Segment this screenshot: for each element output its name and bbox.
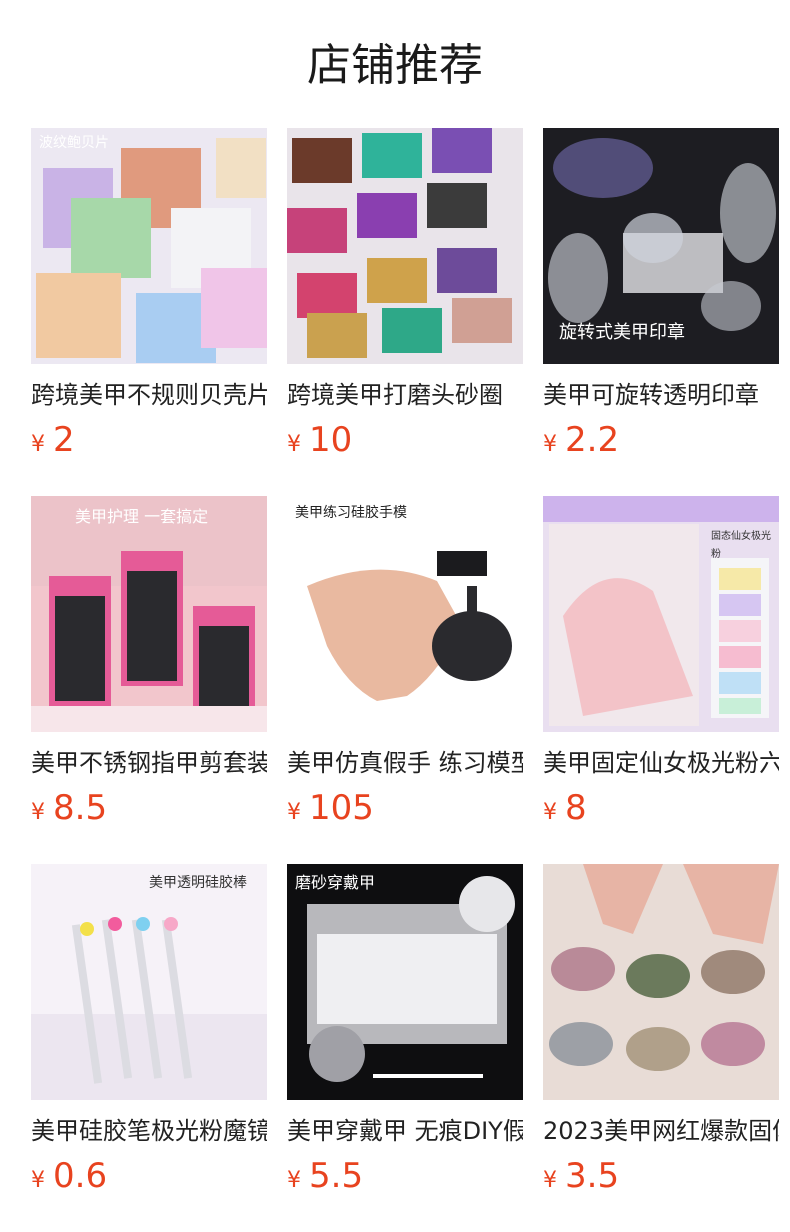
currency-symbol: ¥ xyxy=(31,1168,45,1193)
image-caption: 固态仙女极光粉 xyxy=(711,531,771,560)
currency-symbol: ¥ xyxy=(287,432,301,457)
product-card[interactable]: 磨砂穿戴甲 美甲穿戴甲 无痕DIY假指甲 ¥5.5 xyxy=(287,864,523,1198)
currency-symbol: ¥ xyxy=(543,800,557,825)
currency-symbol: ¥ xyxy=(31,432,45,457)
product-image[interactable] xyxy=(543,864,779,1100)
product-image[interactable]: 固态仙女极光粉 xyxy=(543,496,779,732)
product-price: ¥3.5 xyxy=(543,1154,779,1198)
product-price: ¥105 xyxy=(287,786,523,830)
price-value: 8.5 xyxy=(53,788,108,828)
image-caption: 磨砂穿戴甲 xyxy=(295,873,376,892)
product-card[interactable]: 2023美甲网红爆款固体粉 ¥3.5 xyxy=(543,864,779,1198)
product-card[interactable]: 美甲护理 一套搞定 美甲不锈钢指甲剪套装 ¥8.5 xyxy=(31,496,267,830)
product-name[interactable]: 美甲仿真假手 练习模型 xyxy=(287,746,523,780)
product-image[interactable]: 旋转式美甲印章 xyxy=(543,128,779,364)
product-name[interactable]: 跨境美甲打磨头砂圈 xyxy=(287,378,523,412)
currency-symbol: ¥ xyxy=(543,1168,557,1193)
price-value: 2 xyxy=(53,420,75,460)
page-title: 店铺推荐 xyxy=(307,40,483,91)
price-value: 10 xyxy=(309,420,353,460)
currency-symbol: ¥ xyxy=(287,800,301,825)
product-name[interactable]: 美甲可旋转透明印章 xyxy=(543,378,779,412)
image-caption: 美甲护理 一套搞定 xyxy=(75,507,209,526)
product-image[interactable] xyxy=(287,128,523,364)
product-card[interactable]: 美甲练习硅胶手模 美甲仿真假手 练习模型 ¥105 xyxy=(287,496,523,830)
currency-symbol: ¥ xyxy=(287,1168,301,1193)
price-value: 5.5 xyxy=(309,1156,364,1196)
product-image[interactable]: 波纹鲍贝片 xyxy=(31,128,267,364)
product-name[interactable]: 2023美甲网红爆款固体粉 xyxy=(543,1114,779,1148)
image-caption: 美甲透明硅胶棒 xyxy=(149,875,247,891)
product-card[interactable]: 固态仙女极光粉 美甲固定仙女极光粉六色 ¥8 xyxy=(543,496,779,830)
product-image[interactable]: 美甲护理 一套搞定 xyxy=(31,496,267,732)
product-card[interactable]: 波纹鲍贝片 跨境美甲不规则贝壳片 ¥2 xyxy=(31,128,267,462)
image-caption: 旋转式美甲印章 xyxy=(559,322,685,343)
product-price: ¥8.5 xyxy=(31,786,267,830)
price-value: 2.2 xyxy=(565,420,620,460)
product-name[interactable]: 美甲硅胶笔极光粉魔镜粉 xyxy=(31,1114,267,1148)
product-card[interactable]: 美甲透明硅胶棒 美甲硅胶笔极光粉魔镜粉 ¥0.6 xyxy=(31,864,267,1198)
product-image[interactable]: 磨砂穿戴甲 xyxy=(287,864,523,1100)
product-name[interactable]: 美甲固定仙女极光粉六色 xyxy=(543,746,779,780)
image-caption: 波纹鲍贝片 xyxy=(39,135,109,151)
price-value: 105 xyxy=(309,788,374,828)
product-price: ¥2.2 xyxy=(543,418,779,462)
currency-symbol: ¥ xyxy=(31,800,45,825)
product-price: ¥0.6 xyxy=(31,1154,267,1198)
price-value: 0.6 xyxy=(53,1156,108,1196)
product-name[interactable]: 美甲不锈钢指甲剪套装 xyxy=(31,746,267,780)
product-price: ¥10 xyxy=(287,418,523,462)
price-value: 3.5 xyxy=(565,1156,620,1196)
product-name[interactable]: 美甲穿戴甲 无痕DIY假指甲 xyxy=(287,1114,523,1148)
image-caption: 美甲练习硅胶手模 xyxy=(295,505,407,521)
product-price: ¥2 xyxy=(31,418,267,462)
product-image[interactable]: 美甲练习硅胶手模 xyxy=(287,496,523,732)
product-price: ¥8 xyxy=(543,786,779,830)
product-price: ¥5.5 xyxy=(287,1154,523,1198)
currency-symbol: ¥ xyxy=(543,432,557,457)
product-card[interactable]: 跨境美甲打磨头砂圈 ¥10 xyxy=(287,128,523,462)
product-name[interactable]: 跨境美甲不规则贝壳片 xyxy=(31,378,267,412)
product-card[interactable]: 旋转式美甲印章 美甲可旋转透明印章 ¥2.2 xyxy=(543,128,779,462)
price-value: 8 xyxy=(565,788,587,828)
product-image[interactable]: 美甲透明硅胶棒 xyxy=(31,864,267,1100)
